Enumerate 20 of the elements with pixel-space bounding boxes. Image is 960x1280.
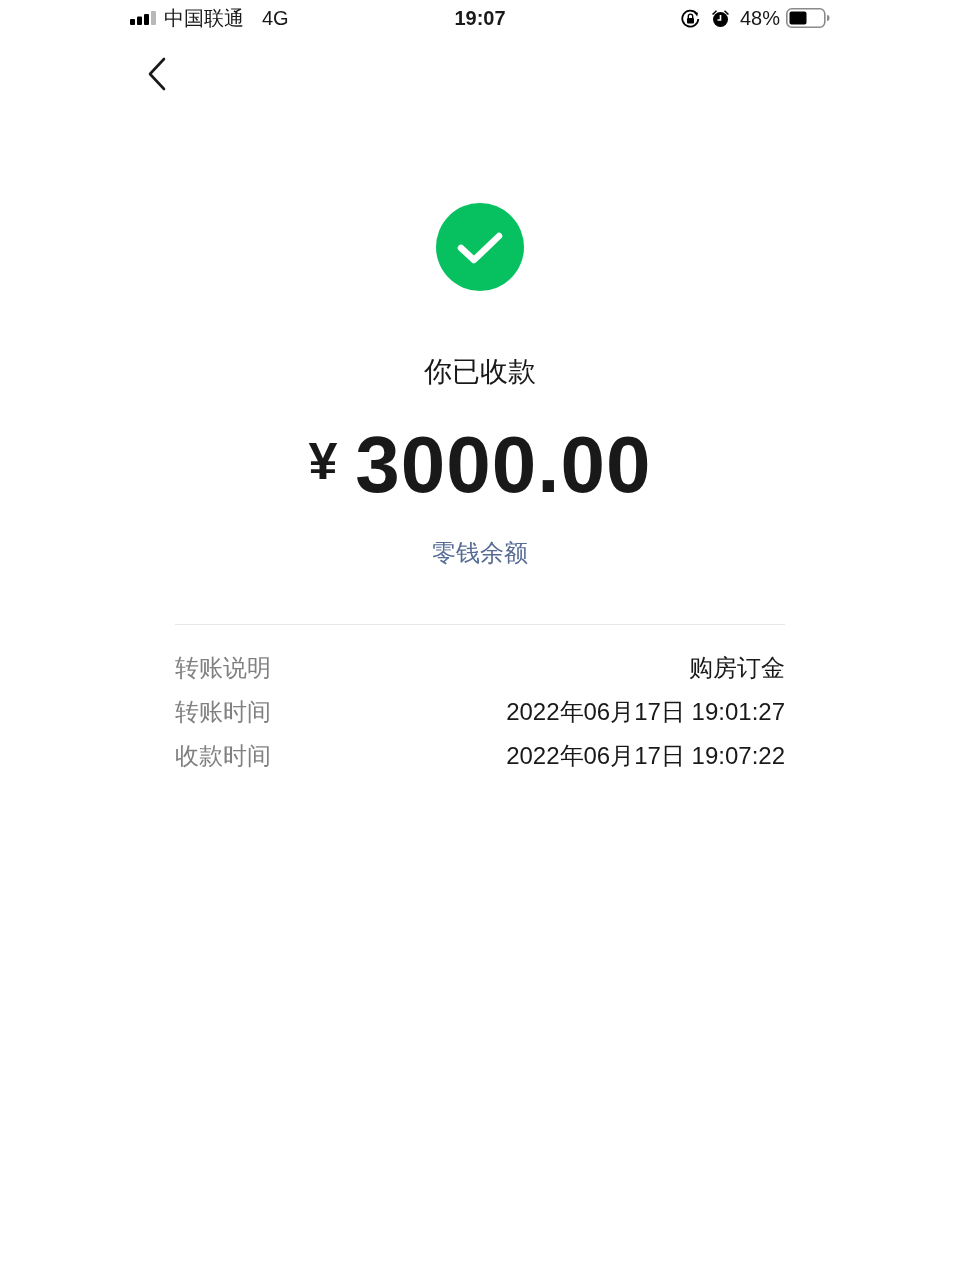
status-title: 你已收款 — [424, 355, 536, 389]
alarm-clock-icon — [710, 8, 730, 28]
currency-symbol: ¥ — [308, 435, 338, 487]
signal-icon — [130, 11, 157, 25]
amount-value: 3000.00 — [355, 419, 652, 511]
detail-value: 购房订金 — [689, 653, 785, 683]
clock-time: 19:07 — [454, 6, 506, 31]
battery-icon — [786, 8, 830, 28]
detail-value: 2022年06月17日 19:01:27 — [506, 697, 785, 727]
detail-label: 转账时间 — [175, 697, 271, 727]
battery-percent: 48% — [739, 6, 780, 31]
rotation-lock-icon — [680, 8, 700, 28]
detail-label: 转账说明 — [175, 653, 271, 683]
balance-link[interactable]: 零钱余额 — [432, 536, 528, 570]
detail-label: 收款时间 — [175, 741, 271, 771]
back-button[interactable] — [146, 57, 168, 91]
detail-value: 2022年06月17日 19:07:22 — [506, 741, 785, 771]
carrier-name: 中国联通 — [164, 6, 244, 31]
success-check-icon — [436, 203, 524, 291]
network-type: 4G — [262, 6, 289, 31]
